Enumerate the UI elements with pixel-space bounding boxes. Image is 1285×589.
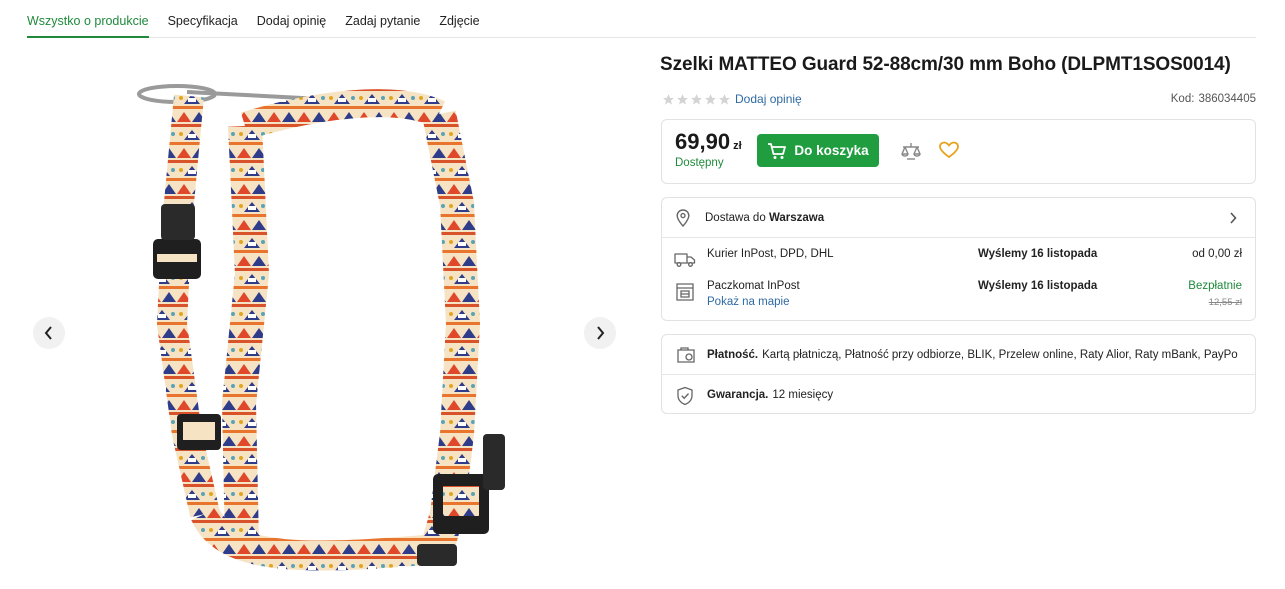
product-code-value: 386034405 <box>1198 93 1256 105</box>
price-currency: zł <box>733 140 742 152</box>
rating-stars <box>662 93 731 106</box>
availability-status: Dostępny <box>675 157 724 169</box>
gallery-next-button[interactable] <box>584 317 616 349</box>
product-tabs: Wszystko o produkcie Specyfikacja Dodaj … <box>27 0 1256 38</box>
delivery-ship-date: Wyślemy 16 listopada <box>978 248 1098 260</box>
tab-ask-question[interactable]: Zadaj pytanie <box>345 0 420 38</box>
payment-text: Płatność. Kartą płatniczą, Płatność przy … <box>707 349 1238 361</box>
rating-row: Dodaj opinię Kod: 386034405 <box>662 91 1256 107</box>
compare-scale-icon[interactable] <box>900 141 922 161</box>
star-icon <box>677 93 688 105</box>
payment-row: Płatność. Kartą płatniczą, Płatność przy … <box>662 335 1255 375</box>
star-icon <box>719 93 730 105</box>
star-icon <box>663 93 674 105</box>
delivery-method-courier: Kurier InPost, DPD, DHL Wyślemy 16 listo… <box>662 248 1255 278</box>
delivery-ship-date: Wyślemy 16 listopada <box>978 280 1098 292</box>
delivery-label: Dostawa do <box>705 212 766 224</box>
gallery-prev-button[interactable] <box>33 317 65 349</box>
info-box: Płatność. Kartą płatniczą, Płatność przy … <box>661 334 1256 414</box>
parcel-locker-icon <box>676 283 694 301</box>
product-image[interactable] <box>117 74 567 589</box>
warranty-period: 12 miesięcy <box>772 389 834 401</box>
tab-add-review[interactable]: Dodaj opinię <box>257 0 327 38</box>
add-review-link[interactable]: Dodaj opinię <box>735 92 802 106</box>
price-value: 69,90 <box>675 129 731 154</box>
product-code-label: Kod: <box>1170 93 1195 105</box>
tab-photo[interactable]: Zdjęcie <box>439 0 479 38</box>
heart-icon[interactable] <box>939 141 959 159</box>
add-to-cart-label: Do koszyka <box>794 143 869 158</box>
delivery-method-name: Kurier InPost, DPD, DHL <box>707 248 834 260</box>
star-icon <box>705 93 716 105</box>
delivery-cost: od 0,00 zł <box>1192 248 1242 260</box>
add-to-cart-button[interactable]: Do koszyka <box>757 134 879 167</box>
tab-all-about-product[interactable]: Wszystko o produkcie <box>27 0 149 38</box>
chevron-right-icon <box>1230 212 1237 224</box>
warranty-text: Gwarancja. 12 miesięcy <box>707 389 833 401</box>
tab-specification[interactable]: Specyfikacja <box>168 0 238 38</box>
delivery-old-price: 12,55 zł <box>1208 297 1242 308</box>
cart-icon <box>768 142 787 159</box>
wallet-icon <box>677 347 695 363</box>
location-pin-icon <box>676 209 690 227</box>
price: 69,90 zł <box>675 129 742 155</box>
delivery-cost-free: Bezpłatnie <box>1188 280 1242 292</box>
product-code: Kod: 386034405 <box>1171 93 1256 105</box>
truck-icon <box>674 253 696 267</box>
payment-label: Płatność. <box>707 349 759 361</box>
delivery-method-name: Paczkomat InPost <box>707 280 800 292</box>
warranty-label: Gwarancja. <box>707 389 769 401</box>
delivery-location-text: Dostawa do Warszawa <box>705 212 824 224</box>
shield-check-icon <box>677 386 693 406</box>
delivery-method-parcel-locker: Paczkomat InPost Pokaż na mapie Wyślemy … <box>662 280 1255 310</box>
product-title: Szelki MATTEO Guard 52-88cm/30 mm Boho (… <box>660 54 1231 75</box>
buy-box: 69,90 zł Dostępny Do koszyka <box>661 119 1256 184</box>
warranty-row: Gwarancja. 12 miesięcy <box>662 375 1255 415</box>
chevron-right-icon <box>597 326 605 340</box>
chevron-left-icon <box>44 326 52 340</box>
product-gallery <box>27 48 637 589</box>
star-icon <box>691 93 702 105</box>
delivery-city: Warszawa <box>768 212 825 224</box>
payment-methods: Kartą płatniczą, Płatność przy odbiorze,… <box>762 349 1238 361</box>
delivery-location-selector[interactable]: Dostawa do Warszawa <box>662 198 1255 238</box>
delivery-box: Dostawa do Warszawa Kurier InPost, DPD, … <box>661 197 1256 321</box>
show-on-map-link[interactable]: Pokaż na mapie <box>707 296 789 308</box>
